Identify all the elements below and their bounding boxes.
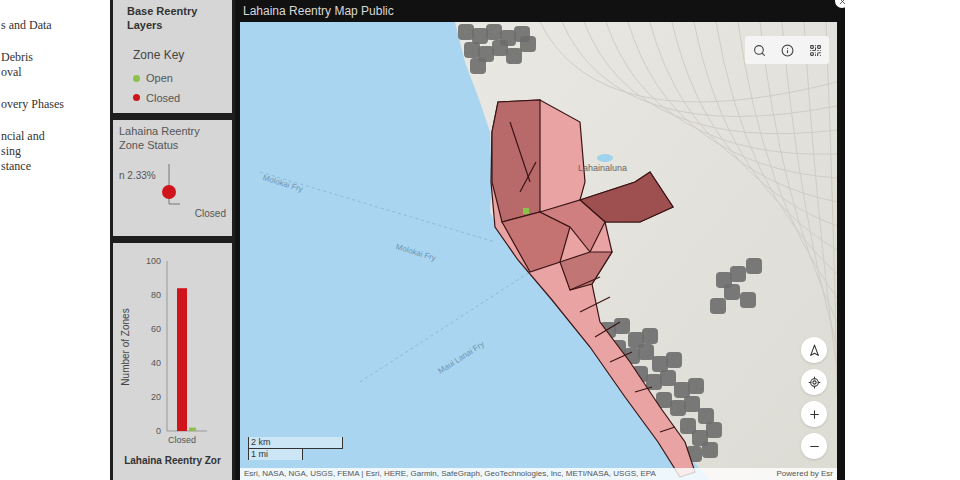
qr-icon xyxy=(809,44,822,57)
widget-column: Base Reentry LayersZone KeyOpenClosedLah… xyxy=(110,0,235,480)
map-canvas[interactable]: Lahainaluna Molokai Fry Molokai Fry Maui La… xyxy=(240,22,837,480)
svg-text:Number of Zones: Number of Zones xyxy=(120,308,131,385)
scale-bar: 2 km1 mi xyxy=(248,437,343,460)
ferry-label: Molokai Fry xyxy=(261,172,304,196)
legend-item: Open xyxy=(133,70,218,87)
svg-text:20: 20 xyxy=(150,392,160,402)
map-drawing xyxy=(240,22,837,480)
attribution: Esri, NASA, NGA, USGS, FEMA | Esri, HERE… xyxy=(244,468,656,480)
ferry-label: Maui Lanai Fry xyxy=(436,339,487,378)
map-nav-controls xyxy=(801,337,827,459)
layers-card: Base Reentry Layers Zone Key Open Closed xyxy=(113,0,232,113)
search-button[interactable] xyxy=(747,38,771,62)
zoom-in-icon xyxy=(808,408,821,421)
powered-by[interactable]: Powered by Esr xyxy=(777,468,833,480)
svg-text:60: 60 xyxy=(150,324,160,334)
zoom-in-button[interactable] xyxy=(801,401,827,427)
info-button[interactable] xyxy=(775,38,799,62)
legend-swatch-icon xyxy=(133,75,140,82)
place-label: Lahainaluna xyxy=(578,162,627,176)
close-icon xyxy=(838,0,847,6)
chart-bar[interactable] xyxy=(189,428,196,431)
attribution-bar: Esri, NASA, NGA, USGS, FEMA | Esri, HERE… xyxy=(240,468,837,480)
map-window: Lahaina Reentry Map Public Lahainaluna Mol… xyxy=(235,0,845,480)
status-reading: n 2.33% xyxy=(119,168,156,183)
status-card: Lahaina Reentry Zone Status n 2.33% Closed xyxy=(113,120,232,236)
zone-chart: Number of Zones 100 80 60 40 20 0 Closed xyxy=(117,247,229,447)
svg-text:Closed: Closed xyxy=(167,435,195,445)
layers-title: Base Reentry Layers xyxy=(127,4,218,32)
search-icon xyxy=(753,44,766,57)
chart-title: Lahaina Reentry Zor xyxy=(124,453,221,468)
sidebar-item[interactable]: ncial andsingstance xyxy=(1,129,110,174)
legend-swatch-icon xyxy=(133,94,140,101)
status-title: Lahaina Reentry Zone Status xyxy=(119,124,226,152)
sidebar: s and Data Debrisoval overy Phases ncial an… xyxy=(0,0,110,480)
svg-text:100: 100 xyxy=(145,256,160,266)
zone-key-title: Zone Key xyxy=(133,46,218,64)
chart-card: Number of Zones 100 80 60 40 20 0 Closed Lahaina… xyxy=(113,243,232,480)
info-icon xyxy=(781,44,794,57)
chart-bar[interactable] xyxy=(177,288,187,431)
svg-text:80: 80 xyxy=(150,290,160,300)
map-title-bar: Lahaina Reentry Map Public xyxy=(235,0,845,22)
zoom-out-button[interactable] xyxy=(801,433,827,459)
sidebar-item[interactable]: Debrisoval xyxy=(1,50,110,80)
page-background xyxy=(845,0,960,480)
compass-button[interactable] xyxy=(801,337,827,363)
ferry-label: Molokai Fry xyxy=(394,241,437,265)
app: s and Data Debrisoval overy Phases ncial an… xyxy=(0,0,960,480)
svg-text:40: 40 xyxy=(150,358,160,368)
map-toolbar xyxy=(745,36,829,64)
qr-button[interactable] xyxy=(803,38,827,62)
locate-button[interactable] xyxy=(801,369,827,395)
sidebar-item[interactable]: s and Data xyxy=(1,18,110,33)
status-label: Closed xyxy=(195,206,226,221)
compass-icon xyxy=(808,344,821,357)
zoom-out-icon xyxy=(808,440,821,453)
locate-icon xyxy=(808,376,821,389)
status-gauge-icon xyxy=(160,162,182,206)
svg-text:0: 0 xyxy=(155,426,160,436)
legend-item: Closed xyxy=(133,90,218,107)
map-title: Lahaina Reentry Map Public xyxy=(243,2,394,20)
sidebar-item[interactable]: overy Phases xyxy=(1,97,110,112)
